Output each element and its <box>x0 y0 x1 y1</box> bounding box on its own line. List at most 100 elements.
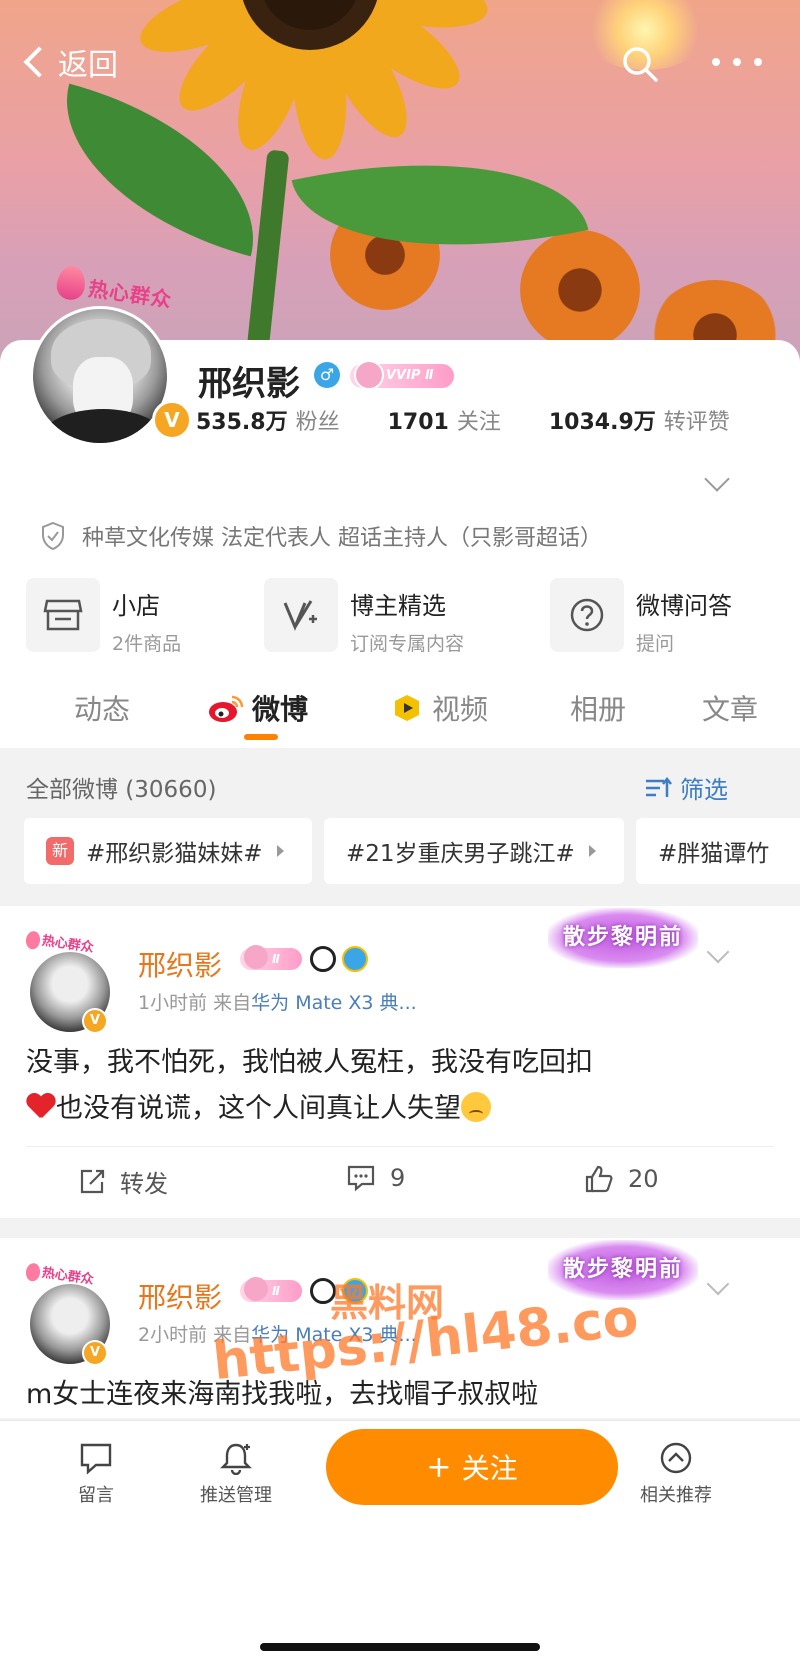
filter-button[interactable]: 筛选 <box>644 770 728 805</box>
post-avatar[interactable]: 热心群众 V <box>26 932 118 1036</box>
service-title: 微博问答 <box>636 592 732 620</box>
like-count: 20 <box>628 1165 659 1193</box>
back-button[interactable]: 返回 <box>20 40 118 84</box>
service-subtitle: 提问 <box>636 633 675 655</box>
service-featured[interactable]: 博主精选 订阅专属内容 <box>264 578 464 656</box>
plus-icon: + <box>426 1449 452 1485</box>
vip-badge: Ⅱ <box>240 945 302 970</box>
chip-label: #21岁重庆男子跳江# <box>346 841 575 867</box>
stat-following[interactable]: 1701 关注 <box>388 404 501 436</box>
comment-count: 9 <box>390 1164 406 1192</box>
avatar <box>30 306 170 446</box>
flame-icon <box>54 264 88 302</box>
dot-icon <box>754 58 762 66</box>
post-text: 没事，我不怕死，我怕被人冤枉，我没有吃回扣 也没有说谎，这个人间真让人失望 <box>26 1040 746 1132</box>
level-badge-icon <box>342 1278 368 1304</box>
verified-badge: V <box>82 1340 108 1366</box>
comment-button[interactable]: 9 <box>346 1164 405 1192</box>
message-label: 留言 <box>78 1485 114 1506</box>
post-time: 2小时前 <box>138 1324 208 1346</box>
profile-avatar[interactable]: 热心群众 V <box>24 264 194 458</box>
tab-articles[interactable]: 文章 <box>702 688 758 728</box>
post-text: m女士连夜来海南找我啦，去找帽子叔叔啦 <box>26 1372 746 1418</box>
weibo-post[interactable]: 热心群众 V 邢织影 Ⅱ 2小时前 来自华为 Mate X3 典... 散步黎明… <box>0 1238 800 1418</box>
background-flower <box>520 230 640 350</box>
filter-icon <box>646 776 672 797</box>
topic-chip[interactable]: #胖猫谭竹 <box>636 818 800 884</box>
service-qa[interactable]: 微博问答 提问 <box>550 578 732 656</box>
post-text-line: 也没有说谎，这个人间真让人失望 <box>56 1093 461 1124</box>
tab-weibo[interactable]: 微博 <box>208 688 308 728</box>
dot-icon <box>733 58 741 66</box>
triangle-right-icon <box>588 845 596 857</box>
post-text-line-2: 也没有说谎，这个人间真让人失望 <box>26 1086 746 1132</box>
all-weibo-count: 全部微博 (30660) <box>26 777 217 803</box>
topic-chip[interactable]: 新 #邢织影猫妹妹# <box>24 818 312 884</box>
chip-label: #胖猫谭竹 <box>658 841 770 867</box>
repost-label: 转发 <box>120 1170 168 1198</box>
verified-badge: V <box>82 1008 108 1034</box>
post-actions: 转发 9 20 <box>0 1154 800 1214</box>
post-text-line: 没事，我不怕死，我怕被人冤枉，我没有吃回扣 <box>26 1047 593 1078</box>
chevron-left-icon <box>23 46 55 78</box>
like-button[interactable]: 20 <box>584 1164 659 1194</box>
tab-video[interactable]: 视频 <box>392 688 488 728</box>
profile-name: 邢织影 <box>198 364 300 404</box>
stat-value: 1701 <box>387 410 449 435</box>
vip-badge: Ⅱ <box>240 1277 302 1302</box>
service-subtitle: 2件商品 <box>112 633 182 655</box>
post-meta: 2小时前 来自华为 Mate X3 典... <box>138 1320 417 1347</box>
level-badge-icon <box>342 946 368 972</box>
source-prefix: 来自 <box>213 1324 252 1346</box>
repost-button[interactable]: 转发 <box>78 1164 168 1199</box>
decoration-card: 散步黎明前 <box>548 1240 698 1300</box>
decoration-card: 散步黎明前 <box>548 908 698 968</box>
home-indicator <box>260 1643 540 1651</box>
post-source[interactable]: 华为 Mate X3 典... <box>251 1324 417 1346</box>
topic-chip[interactable]: #21岁重庆男子跳江# <box>324 818 624 884</box>
stat-value: 1034.9万 <box>548 410 656 435</box>
tab-album[interactable]: 相册 <box>570 688 626 728</box>
verification-text: 种草文化传媒 法定代表人 超话主持人（只影哥超话） <box>82 526 602 551</box>
tab-label: 视频 <box>432 693 489 726</box>
hot-badge-text: 热心群众 <box>25 1259 95 1289</box>
tab-label: 动态 <box>74 693 131 726</box>
stat-engagement[interactable]: 1034.9万 转评赞 <box>549 404 730 436</box>
more-button[interactable] <box>712 58 762 68</box>
post-source[interactable]: 华为 Mate X3 典... <box>251 992 417 1014</box>
dot-icon <box>712 58 720 66</box>
message-button[interactable]: 留言 <box>36 1441 156 1507</box>
service-row: 小店 2件商品 博主精选 订阅专属内容 微博问答 提问 <box>26 578 786 658</box>
post-author-name[interactable]: 邢织影 <box>138 1276 222 1316</box>
tab-label: 相册 <box>570 693 627 726</box>
v-plus-icon <box>264 578 338 652</box>
video-icon <box>395 695 419 721</box>
tab-label: 文章 <box>702 693 759 726</box>
shield-icon <box>42 521 64 551</box>
pig-icon <box>354 360 384 390</box>
stat-label: 粉丝 <box>295 410 340 435</box>
tab-activity[interactable]: 动态 <box>74 688 130 728</box>
post-author-name[interactable]: 邢织影 <box>138 944 222 984</box>
profile-stats: 535.8万 粉丝 1701 关注 1034.9万 转评赞 <box>196 404 776 436</box>
related-recommend-label: 相关推荐 <box>640 1485 712 1506</box>
service-shop[interactable]: 小店 2件商品 <box>26 578 181 656</box>
post-badges: Ⅱ <box>240 945 368 972</box>
related-recommend-button[interactable]: 相关推荐 <box>616 1441 736 1507</box>
weibo-post[interactable]: 热心群众 V 邢织影 Ⅱ 1小时前 来自华为 Mate X3 典... 散步黎明… <box>0 906 800 1218</box>
push-settings-button[interactable]: 推送管理 <box>176 1441 296 1507</box>
stat-followers[interactable]: 535.8万 粉丝 <box>196 404 340 436</box>
message-icon <box>80 1443 112 1475</box>
store-icon <box>26 578 100 652</box>
follow-button[interactable]: + 关注 <box>326 1429 618 1505</box>
post-text-line: m女士连夜来海南找我啦，去找帽子叔叔啦 <box>26 1379 539 1410</box>
search-icon[interactable] <box>620 44 660 84</box>
post-avatar[interactable]: 热心群众 V <box>26 1264 118 1368</box>
panda-icon <box>310 1278 336 1304</box>
vvip-badge[interactable]: VVIP Ⅱ <box>350 360 454 390</box>
chevron-down-icon[interactable] <box>706 940 730 964</box>
new-badge: 新 <box>46 837 74 865</box>
chevron-down-icon[interactable] <box>706 1272 730 1296</box>
back-label: 返回 <box>58 48 118 83</box>
heart-emoji-icon <box>26 1094 56 1120</box>
